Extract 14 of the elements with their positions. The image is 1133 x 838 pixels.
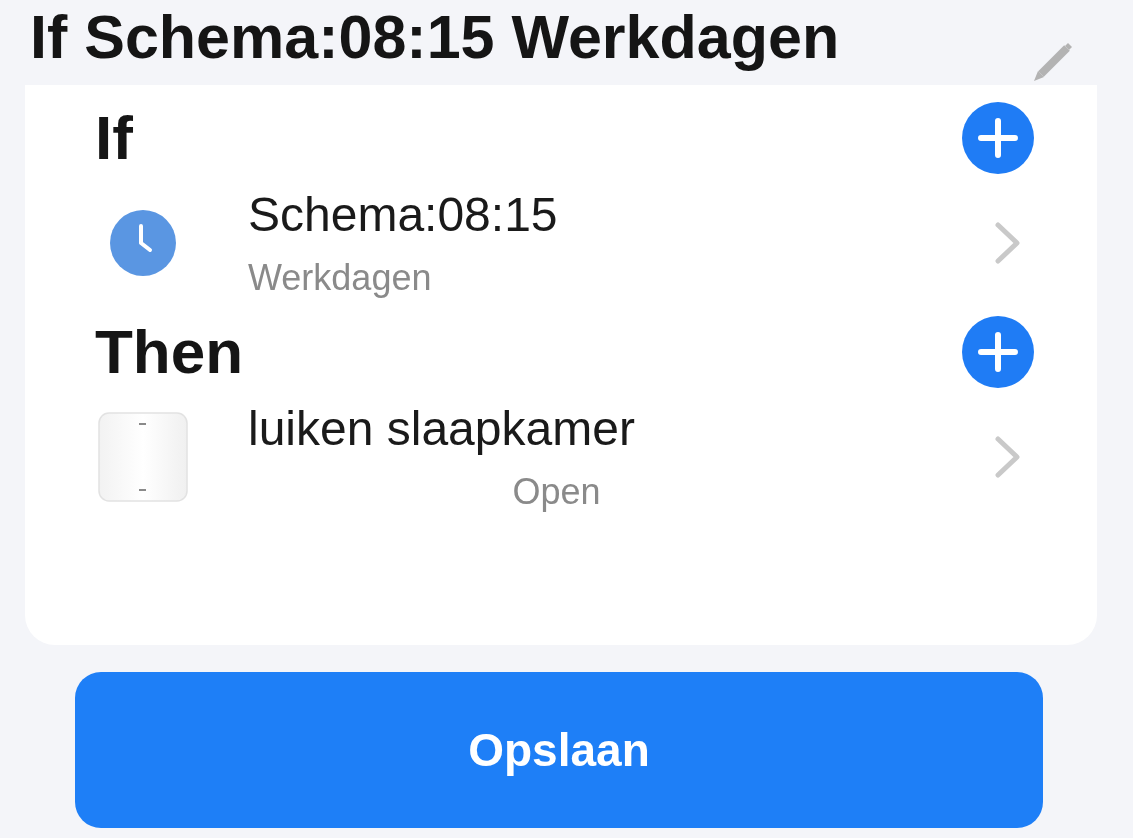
section-heading: If bbox=[95, 103, 133, 173]
plus-icon bbox=[978, 332, 1018, 372]
item-title: Schema:08:15 bbox=[248, 187, 558, 243]
switch-panel-icon bbox=[98, 412, 188, 502]
chevron-right-icon[interactable] bbox=[994, 221, 1022, 265]
clock-icon bbox=[110, 210, 176, 276]
chevron-right-icon[interactable] bbox=[994, 435, 1022, 479]
pencil-icon[interactable] bbox=[1031, 40, 1075, 84]
section-heading: Then bbox=[95, 317, 244, 387]
plus-icon bbox=[978, 118, 1018, 158]
item-title: luiken slaapkamer bbox=[248, 401, 635, 457]
item-subtitle: Open bbox=[512, 470, 601, 514]
save-button[interactable]: Opslaan bbox=[75, 672, 1043, 828]
item-subtitle: Werkdagen bbox=[248, 256, 432, 300]
